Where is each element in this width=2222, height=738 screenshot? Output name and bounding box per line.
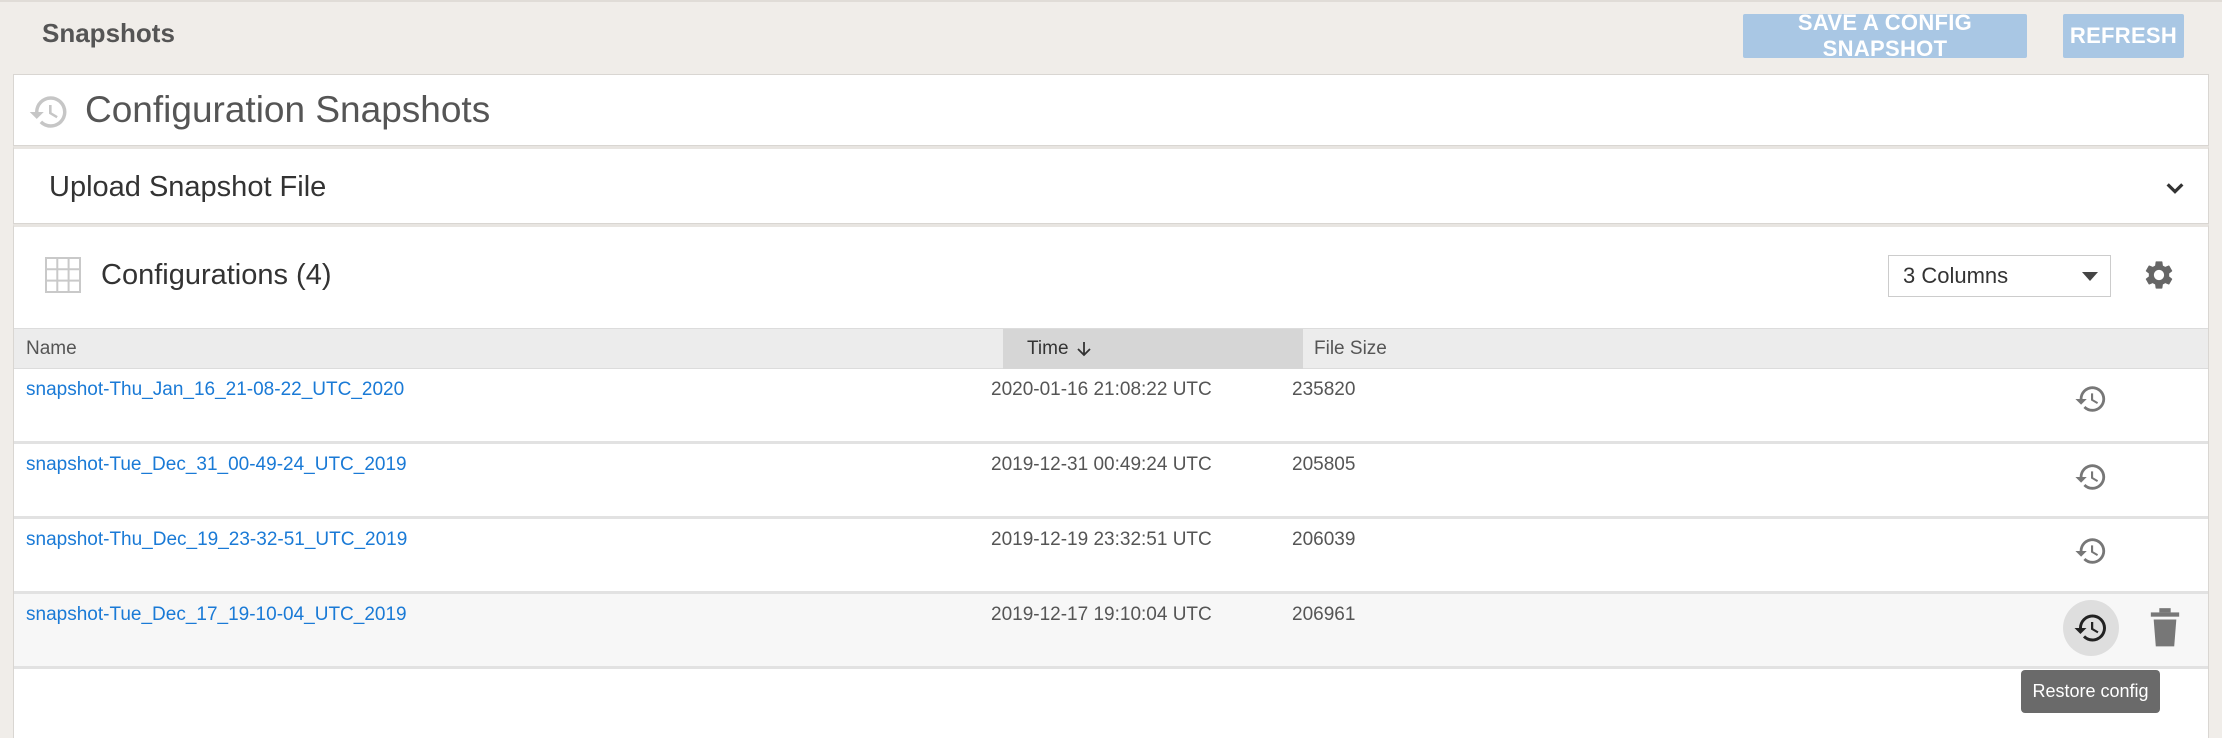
snapshot-time: 2019-12-19 23:32:51 UTC <box>991 529 1212 550</box>
table-header: Name Time File Size <box>14 328 2208 369</box>
history-icon <box>2075 464 2106 490</box>
table-row: snapshot-Tue_Dec_31_00-49-24_UTC_2019 20… <box>14 444 2208 519</box>
snapshot-name-link[interactable]: snapshot-Tue_Dec_31_00-49-24_UTC_2019 <box>26 454 407 476</box>
restore-config-button[interactable] <box>2063 600 2119 656</box>
history-icon <box>2075 386 2106 412</box>
upload-snapshot-panel[interactable]: Upload Snapshot File <box>13 146 2209 224</box>
snapshot-time: 2020-01-16 21:08:22 UTC <box>991 379 1212 400</box>
restore-config-button[interactable] <box>2063 523 2119 579</box>
upload-snapshot-label: Upload Snapshot File <box>49 171 327 203</box>
snapshot-file-size: 205805 <box>1292 454 1356 475</box>
restore-config-button[interactable] <box>2063 371 2119 427</box>
snapshot-file-size: 206039 <box>1292 529 1356 550</box>
snapshot-time: 2019-12-17 19:10:04 UTC <box>991 604 1212 625</box>
trash-icon[interactable] <box>2148 608 2182 648</box>
history-icon <box>29 96 67 128</box>
chevron-down-icon[interactable] <box>2164 177 2186 199</box>
restore-config-button[interactable] <box>2063 449 2119 505</box>
table-row: snapshot-Thu_Jan_16_21-08-22_UTC_2020 20… <box>14 369 2208 444</box>
gear-icon[interactable] <box>2142 258 2176 292</box>
history-icon <box>2074 614 2106 642</box>
top-bar: Snapshots SAVE A CONFIG SNAPSHOT REFRESH <box>0 0 2222 70</box>
snapshot-file-size: 206961 <box>1292 604 1356 625</box>
restore-config-tooltip: Restore config <box>2021 670 2160 713</box>
table-row: snapshot-Tue_Dec_17_19-10-04_UTC_2019 20… <box>14 594 2208 669</box>
snapshot-file-size: 235820 <box>1292 379 1356 400</box>
snapshot-name-link[interactable]: snapshot-Thu_Jan_16_21-08-22_UTC_2020 <box>26 379 404 401</box>
columns-select[interactable]: 3 Columns <box>1888 255 2111 297</box>
table-row: snapshot-Thu_Dec_19_23-32-51_UTC_2019 20… <box>14 519 2208 594</box>
column-header-time-label: Time <box>1027 338 1069 359</box>
column-header-file-size[interactable]: File Size <box>1314 329 1387 369</box>
column-header-time[interactable]: Time <box>1003 329 1303 369</box>
column-header-name[interactable]: Name <box>26 329 77 369</box>
configurations-title: Configurations (4) <box>101 259 332 291</box>
configurations-panel: Configurations (4) 3 Columns Name Time F… <box>13 224 2209 738</box>
refresh-button[interactable]: REFRESH <box>2063 14 2184 58</box>
page-title: Configuration Snapshots <box>85 89 491 130</box>
snapshot-name-link[interactable]: snapshot-Thu_Dec_19_23-32-51_UTC_2019 <box>26 529 407 551</box>
arrow-down-icon <box>1076 342 1091 357</box>
history-icon <box>2075 538 2106 564</box>
columns-select-value: 3 Columns <box>1903 263 2009 288</box>
caret-down-icon <box>2082 272 2098 281</box>
page-label: Snapshots <box>42 18 175 48</box>
snapshot-name-link[interactable]: snapshot-Tue_Dec_17_19-10-04_UTC_2019 <box>26 604 407 626</box>
grid-icon <box>45 257 81 293</box>
snapshot-time: 2019-12-31 00:49:24 UTC <box>991 454 1212 475</box>
save-config-snapshot-button[interactable]: SAVE A CONFIG SNAPSHOT <box>1743 10 2027 61</box>
title-panel: Configuration Snapshots <box>13 74 2209 146</box>
